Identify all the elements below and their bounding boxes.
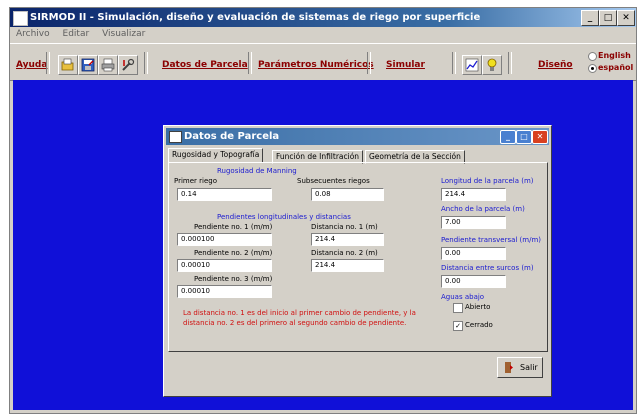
maximize-button[interactable]: □ — [599, 10, 617, 26]
primer-riego-label: Primer riego — [174, 177, 218, 185]
print-icon[interactable] — [98, 55, 118, 75]
pendiente3-label: Pendiente no. 3 (m/m) — [194, 275, 273, 283]
minimize-button[interactable]: _ — [581, 10, 599, 26]
dialog-close-button[interactable]: ✕ — [532, 130, 548, 144]
lightbulb-icon[interactable] — [482, 55, 502, 75]
espanol-option[interactable]: español — [588, 62, 633, 74]
pendiente1-input[interactable]: 0.000100 — [177, 233, 272, 246]
cerrado-label: Cerrado — [465, 321, 493, 329]
parametros-numericos-link[interactable]: Parámetros Numéricos — [258, 60, 374, 70]
menu-archivo[interactable]: Archivo — [16, 27, 50, 42]
toolbar-separator — [367, 52, 371, 74]
distancia2-label: Distancia no. 2 (m) — [311, 249, 378, 257]
menu-bar: Archivo Editar Visualizar — [10, 27, 636, 42]
toolbar-separator — [144, 52, 148, 74]
pendiente3-input[interactable]: 0.00010 — [177, 285, 272, 298]
simular-link[interactable]: Simular — [386, 60, 425, 70]
close-button[interactable]: ✕ — [617, 10, 635, 26]
pendiente2-input[interactable]: 0.00010 — [177, 259, 272, 272]
pendiente2-label: Pendiente no. 2 (m/m) — [194, 249, 273, 257]
workspace-area: Datos de Parcela _ □ ✕ Rugosidad y Topog… — [13, 80, 633, 410]
pendiente-transversal-label: Pendiente transversal (m/m) — [441, 236, 542, 244]
app-icon — [13, 11, 28, 26]
menu-editar[interactable]: Editar — [63, 27, 90, 42]
ayuda-link[interactable]: Ayuda — [16, 60, 47, 70]
open-file-icon[interactable] — [58, 55, 78, 75]
aguas-abajo-label: Aguas abajo — [441, 293, 485, 301]
distancia1-label: Distancia no. 1 (m) — [311, 223, 378, 231]
save-file-icon[interactable] — [78, 55, 98, 75]
ancho-input[interactable]: 7.00 — [441, 216, 506, 229]
datos-parcela-link[interactable]: Datos de Parcela — [162, 60, 248, 70]
app-window: SIRMOD II - Simulación, diseño y evaluac… — [10, 8, 636, 413]
note-line-2: distancia no. 2 es del primero al segund… — [183, 319, 407, 327]
cerrado-checkbox[interactable]: ✓ — [453, 321, 463, 331]
longitud-label: Longitud de la parcela (m) — [441, 177, 534, 185]
tab-rugosidad-topografia[interactable]: Rugosidad y Topografía — [168, 148, 264, 163]
tools-icon[interactable] — [118, 55, 138, 75]
subsecuentes-input[interactable]: 0.08 — [311, 188, 384, 201]
dialog-icon — [169, 131, 182, 143]
rugosidad-topografia-panel: Rugosidad de Manning Primer riego 0.14 S… — [168, 162, 548, 352]
toolbar-separator — [248, 52, 252, 74]
title-bar[interactable]: SIRMOD II - Simulación, diseño y evaluac… — [10, 8, 636, 27]
english-radio[interactable] — [588, 52, 597, 61]
diseno-link[interactable]: Diseño — [538, 60, 573, 70]
salir-button[interactable]: Salir — [497, 357, 543, 378]
toolbar-separator — [46, 52, 50, 74]
toolbar: Ayuda Datos de Parcela Parámetros Numéri… — [10, 43, 636, 81]
toolbar-separator — [508, 52, 512, 74]
pendiente-transversal-input[interactable]: 0.00 — [441, 247, 506, 260]
language-selector: English español — [588, 50, 633, 74]
dialog-title-bar[interactable]: Datos de Parcela _ □ ✕ — [166, 128, 549, 145]
dialog-maximize-button[interactable]: □ — [516, 130, 532, 144]
salir-label: Salir — [520, 363, 538, 372]
subsecuentes-label: Subsecuentes riegos — [297, 177, 370, 185]
distancia-surcos-label: Distancia entre surcos (m) — [441, 264, 534, 272]
abierto-checkbox[interactable] — [453, 303, 463, 313]
door-exit-icon — [505, 362, 513, 373]
distancia-surcos-input[interactable]: 0.00 — [441, 275, 506, 288]
longitud-input[interactable]: 214.4 — [441, 188, 506, 201]
primer-riego-input[interactable]: 0.14 — [177, 188, 272, 201]
distancia1-input[interactable]: 214.4 — [311, 233, 384, 246]
espanol-radio[interactable] — [588, 64, 597, 73]
pendiente1-label: Pendiente no. 1 (m/m) — [194, 223, 273, 231]
english-option[interactable]: English — [588, 50, 633, 62]
manning-heading: Rugosidad de Manning — [217, 167, 297, 175]
toolbar-separator — [452, 52, 456, 74]
note-line-1: La distancia no. 1 es del inicio al prim… — [183, 309, 416, 317]
abierto-label: Abierto — [465, 303, 491, 311]
ancho-label: Ancho de la parcela (m) — [441, 205, 525, 213]
chart-icon[interactable] — [462, 55, 482, 75]
datos-parcela-dialog: Datos de Parcela _ □ ✕ Rugosidad y Topog… — [163, 125, 552, 397]
window-title: SIRMOD II - Simulación, diseño y evaluac… — [30, 12, 481, 23]
distancia2-input[interactable]: 214.4 — [311, 259, 384, 272]
dialog-minimize-button[interactable]: _ — [500, 130, 516, 144]
dialog-title: Datos de Parcela — [184, 131, 280, 142]
menu-visualizar[interactable]: Visualizar — [102, 27, 145, 42]
pendientes-heading: Pendientes longitudinales y distancias — [217, 213, 351, 221]
